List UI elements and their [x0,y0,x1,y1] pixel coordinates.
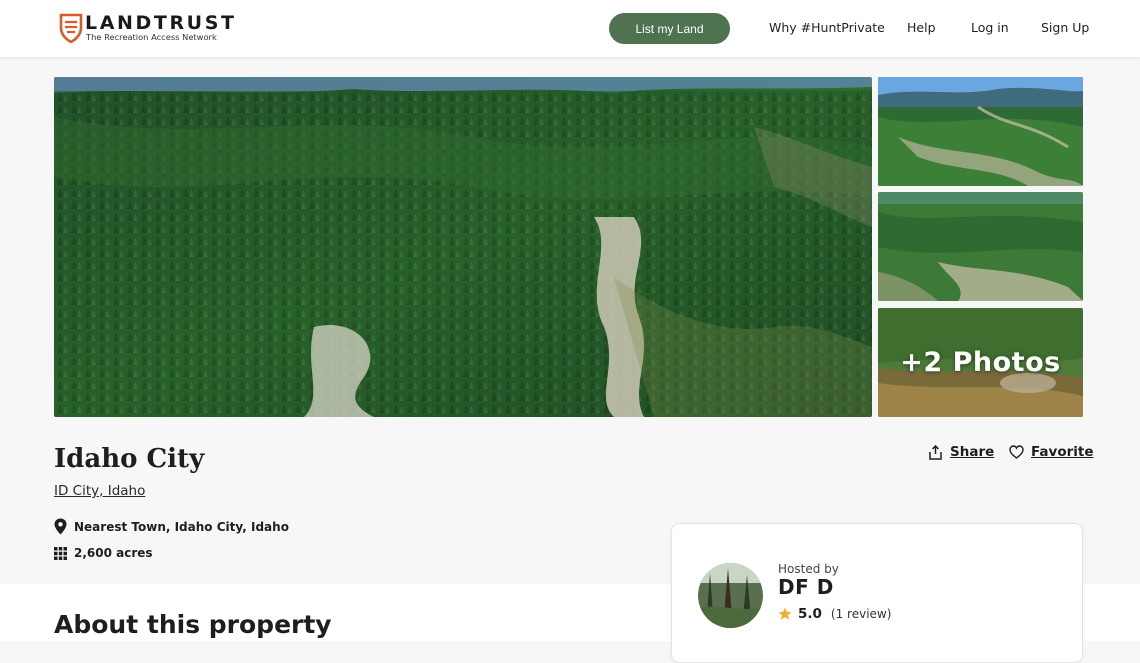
nav-log-in[interactable]: Log in [971,20,1009,35]
nav-sign-up[interactable]: Sign Up [1041,20,1089,35]
shield-logo-icon [59,13,83,43]
host-name[interactable]: DF D [778,575,834,599]
host-avatar[interactable] [698,563,763,628]
acreage-row: 2,600 acres [54,546,153,560]
host-card: Hosted by DF D 5.0 (1 review) [671,523,1083,663]
grid-icon [54,546,67,560]
gallery-thumbnail-more[interactable]: +2 Photos [878,308,1083,417]
nearest-town-text: Nearest Town, Idaho City, Idaho [74,519,289,534]
host-rating: 5.0 (1 review) [778,606,891,622]
share-icon [929,444,942,460]
nav-why-huntprivate[interactable]: Why #HuntPrivate [769,20,885,35]
star-icon [778,607,792,620]
list-my-land-button[interactable]: List my Land [609,13,730,44]
review-count[interactable]: (1 review) [831,607,892,621]
forest-aerial-photo [54,77,872,417]
listing-location-link[interactable]: ID City, Idaho [54,483,145,499]
acreage-text: 2,600 acres [74,546,153,560]
brand-name: LANDTRUST [85,12,237,34]
top-nav: LANDTRUST The Recreation Access Network … [0,0,1140,57]
more-photos-label: +2 Photos [900,347,1061,378]
share-button[interactable]: Share [928,444,994,460]
favorite-label: Favorite [1031,444,1094,460]
favorite-button[interactable]: Favorite [1009,444,1094,460]
host-avatar-photo [698,563,763,628]
hillside-forest-photo [878,192,1083,301]
listing-title: Idaho City [54,444,205,474]
main-photo[interactable] [54,77,872,417]
landtrust-logo[interactable]: LANDTRUST The Recreation Access Network [59,12,234,45]
heart-icon [1009,445,1024,459]
rating-value: 5.0 [798,606,822,622]
share-label: Share [950,444,995,460]
about-property-heading: About this property [54,610,332,639]
mountain-valley-photo [878,77,1083,186]
nearest-town-row: Nearest Town, Idaho City, Idaho [54,518,289,535]
gallery-thumbnail[interactable] [878,192,1083,301]
hosted-by-label: Hosted by [778,562,839,576]
nav-help[interactable]: Help [907,20,936,35]
gallery-thumbnail[interactable] [878,77,1083,186]
brand-tagline: The Recreation Access Network [86,32,217,42]
map-pin-icon [54,518,67,535]
